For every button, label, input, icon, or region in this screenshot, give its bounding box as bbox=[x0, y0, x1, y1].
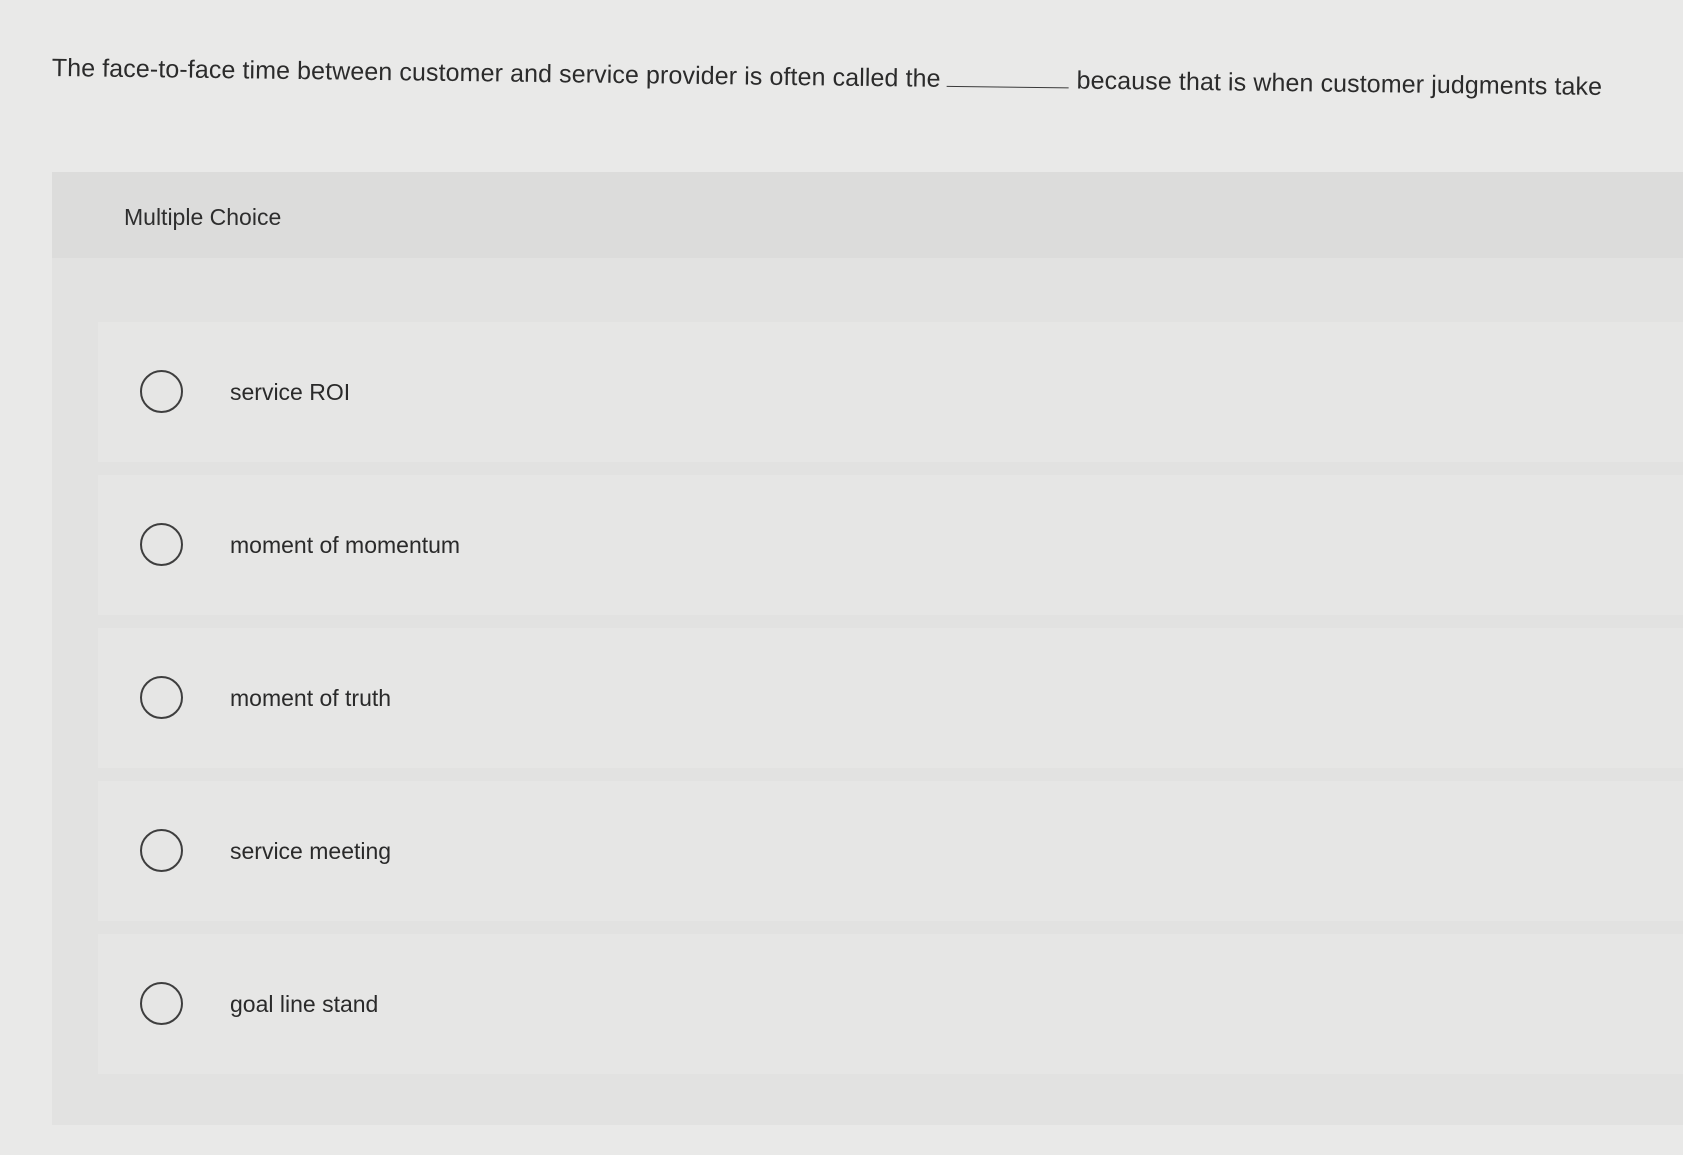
options-list: service ROI moment of momentum moment of… bbox=[98, 322, 1683, 1087]
option-label[interactable]: moment of truth bbox=[230, 684, 391, 712]
question-text: The face-to-face time between customer a… bbox=[52, 52, 1683, 104]
panel-header: Multiple Choice bbox=[52, 172, 1683, 258]
option-goal-line-stand[interactable]: goal line stand bbox=[98, 934, 1683, 1074]
option-label[interactable]: moment of momentum bbox=[230, 531, 460, 559]
option-moment-of-truth[interactable]: moment of truth bbox=[98, 628, 1683, 768]
question-text-before: The face-to-face time between customer a… bbox=[51, 53, 941, 93]
answer-blank bbox=[946, 63, 1069, 89]
option-service-roi[interactable]: service ROI bbox=[98, 322, 1683, 462]
question-text-after: because that is when customer judgments … bbox=[1076, 66, 1603, 101]
radio-button[interactable] bbox=[140, 523, 183, 566]
radio-button[interactable] bbox=[140, 676, 183, 719]
panel-title: Multiple Choice bbox=[124, 204, 282, 230]
radio-button[interactable] bbox=[140, 982, 183, 1025]
option-label[interactable]: service ROI bbox=[230, 378, 350, 406]
option-moment-of-momentum[interactable]: moment of momentum bbox=[98, 475, 1683, 615]
radio-button[interactable] bbox=[140, 829, 183, 872]
option-service-meeting[interactable]: service meeting bbox=[98, 781, 1683, 921]
option-label[interactable]: goal line stand bbox=[230, 990, 378, 1018]
multiple-choice-panel: Multiple Choice service ROI moment of mo… bbox=[52, 172, 1683, 1125]
radio-button[interactable] bbox=[140, 370, 183, 413]
option-label[interactable]: service meeting bbox=[230, 837, 391, 865]
